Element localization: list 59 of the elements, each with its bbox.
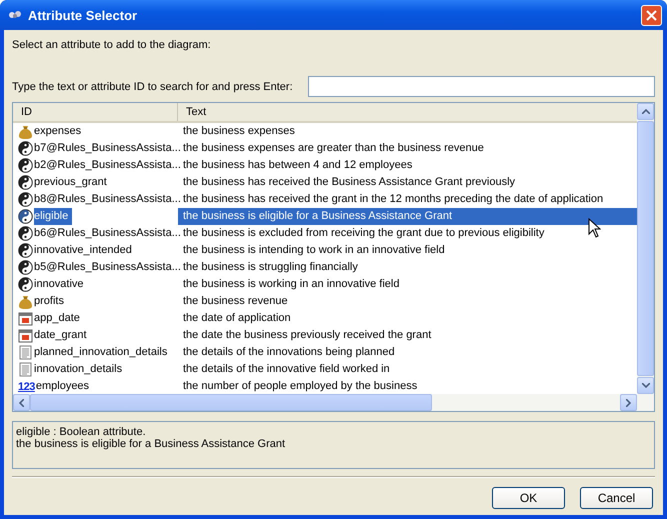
calendar-icon xyxy=(18,311,33,326)
attribute-id[interactable]: date_grant xyxy=(34,327,91,344)
attribute-text[interactable]: the details of the innovations being planned xyxy=(178,344,637,361)
yin-yang-icon xyxy=(18,158,33,173)
attribute-id[interactable]: planned_innovation_details xyxy=(34,344,172,361)
attribute-text[interactable]: the business is intending to work in an innovative field xyxy=(178,242,637,259)
attribute-id[interactable]: previous_grant xyxy=(34,174,111,191)
attribute-id[interactable]: app_date xyxy=(34,310,84,327)
attribute-id[interactable]: innovative_intended xyxy=(34,242,136,259)
yin-yang-icon xyxy=(18,226,33,241)
yin-yang-icon xyxy=(18,141,33,156)
document-icon xyxy=(18,362,33,377)
attribute-text[interactable]: the business is struggling financially xyxy=(178,259,637,276)
description-text: the business is eligible for a Business Assistance Grant xyxy=(16,438,286,450)
cancel-button[interactable]: Cancel xyxy=(580,487,653,509)
attribute-text[interactable]: the business is excluded from receiving the grant due to previous eligibility xyxy=(178,225,637,242)
attribute-text[interactable]: the date the business previously received the grant xyxy=(178,327,637,344)
close-icon xyxy=(646,10,657,20)
attribute-text[interactable]: the number of people employed by the business xyxy=(178,378,637,394)
column-header[interactable]: Text xyxy=(178,103,206,121)
attribute-text[interactable]: the business has received the grant in the 12 months preceding the date of application xyxy=(178,191,637,208)
money-bag-icon xyxy=(18,294,33,309)
ok-button[interactable]: OK xyxy=(492,487,565,509)
attribute-text[interactable]: the details of the innovative field worked in xyxy=(178,361,637,378)
attribute-id[interactable]: innovation_details xyxy=(34,361,126,378)
attribute-id[interactable]: expenses xyxy=(34,123,86,140)
yin-yang-icon xyxy=(18,209,33,224)
horizontal-scrollbar[interactable] xyxy=(13,394,654,411)
yin-yang-icon xyxy=(18,243,33,258)
search-field[interactable] xyxy=(308,76,655,97)
attribute-id[interactable]: employees xyxy=(36,378,94,394)
instruction-text: Select an attribute to add to the diagram: xyxy=(12,39,212,53)
attribute-text[interactable]: the date of application xyxy=(178,310,637,327)
yin-yang-icon xyxy=(18,175,33,190)
mouse-pointer-icon xyxy=(588,218,601,238)
description-text: eligible : Boolean attribute. xyxy=(16,426,147,438)
yin-yang-icon xyxy=(18,260,33,275)
attribute-text[interactable]: the business is eligible for a Business Assistance Grant xyxy=(178,208,637,225)
attribute-text[interactable]: the business is working in an innovative field xyxy=(178,276,637,293)
attribute-id[interactable]: innovative xyxy=(34,276,88,293)
yin-yang-icon xyxy=(18,277,33,292)
attribute-id[interactable]: profits xyxy=(34,293,68,310)
attribute-text[interactable]: the business revenue xyxy=(178,293,637,310)
close-button[interactable] xyxy=(641,4,662,26)
window-title: Attribute Selector xyxy=(28,8,138,22)
number-icon: 123 xyxy=(18,380,35,392)
yin-yang-icon xyxy=(18,192,33,207)
document-icon xyxy=(18,345,33,360)
attribute-text[interactable]: the business expenses xyxy=(178,123,637,140)
attribute-text[interactable]: the business has between 4 and 12 employees xyxy=(178,157,637,174)
attribute-id[interactable]: eligible xyxy=(34,208,72,225)
search-label: Type the text or attribute ID to search for and press Enter: xyxy=(12,80,293,92)
app-icon xyxy=(8,10,22,20)
vertical-scrollbar[interactable] xyxy=(637,103,654,394)
attribute-text[interactable]: the business expenses are greater than the business revenue xyxy=(178,140,637,157)
money-bag-icon xyxy=(18,124,33,139)
calendar-icon xyxy=(18,328,33,343)
column-header[interactable]: ID xyxy=(13,103,178,121)
attribute-text[interactable]: the business has received the Business Assistance Grant previously xyxy=(178,174,637,191)
